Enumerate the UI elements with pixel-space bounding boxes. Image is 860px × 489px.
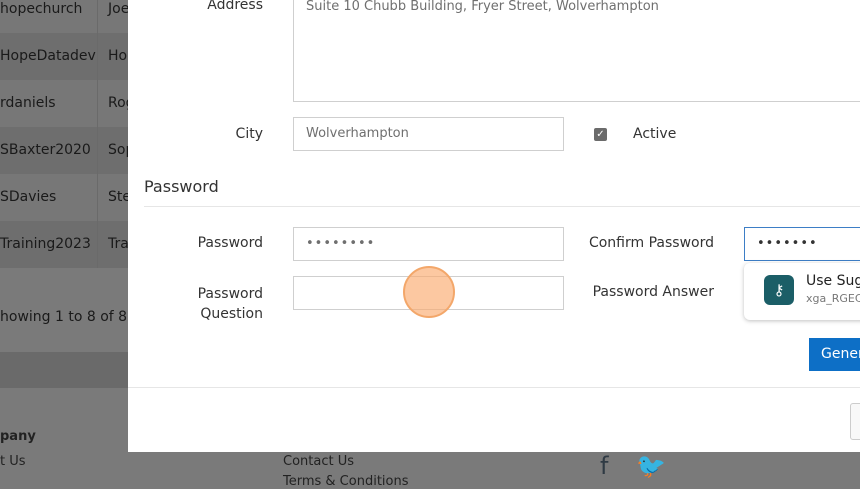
password-question-label-line2: Question	[200, 306, 263, 322]
city-label: City	[235, 126, 263, 142]
suggestion-subtitle: xga_RGEC	[806, 292, 860, 305]
user-cell: SBaxter2020	[0, 142, 91, 158]
password-section-title: Password	[144, 177, 219, 196]
password-question-label-line1: Password	[197, 286, 263, 302]
user-cell: SDavies	[0, 189, 57, 205]
password-label: Password	[197, 235, 263, 251]
password-input[interactable]: ••••••••	[293, 227, 564, 261]
modal-footer-button[interactable]	[850, 403, 860, 440]
facebook-icon[interactable]: f	[600, 452, 608, 480]
user-cell: rdaniels	[0, 95, 56, 111]
column-divider	[97, 0, 98, 268]
password-suggestion-popup[interactable]: ⚷ Use Sug xga_RGEC	[744, 263, 860, 320]
active-label: Active	[633, 126, 677, 142]
footer-contact-link[interactable]: Contact Us	[283, 454, 354, 469]
user-cell: hopechurch	[0, 1, 83, 17]
name-cell: Joe	[108, 1, 130, 17]
section-divider	[144, 206, 860, 207]
generate-button[interactable]: Gener	[809, 338, 860, 371]
footer-about-link[interactable]: t Us	[0, 454, 26, 469]
click-indicator	[403, 266, 455, 318]
modal-footer-divider	[128, 387, 860, 388]
footer-company-heading: pany	[0, 429, 36, 444]
city-input[interactable]: Wolverhampton	[293, 117, 564, 151]
key-icon: ⚷	[764, 275, 794, 305]
address-label: Address	[207, 0, 263, 13]
active-checkbox[interactable]: ✓	[594, 128, 607, 141]
confirm-password-input[interactable]: •••••••	[744, 227, 860, 261]
twitter-icon[interactable]: 🐦	[636, 452, 666, 480]
address-textarea[interactable]: Suite 10 Chubb Building, Fryer Street, W…	[293, 0, 860, 102]
table-footer-bar	[0, 352, 128, 388]
password-answer-label: Password Answer	[592, 284, 714, 300]
suggestion-title[interactable]: Use Sug	[806, 273, 860, 289]
password-question-label: Password Question	[170, 284, 263, 324]
user-cell: Training2023	[0, 236, 91, 252]
name-cell: Tra	[108, 236, 129, 252]
confirm-password-label: Confirm Password	[588, 235, 714, 251]
table-info-text: howing 1 to 8 of 8 en	[0, 309, 149, 325]
user-cell: HopeDatadev	[0, 48, 96, 64]
